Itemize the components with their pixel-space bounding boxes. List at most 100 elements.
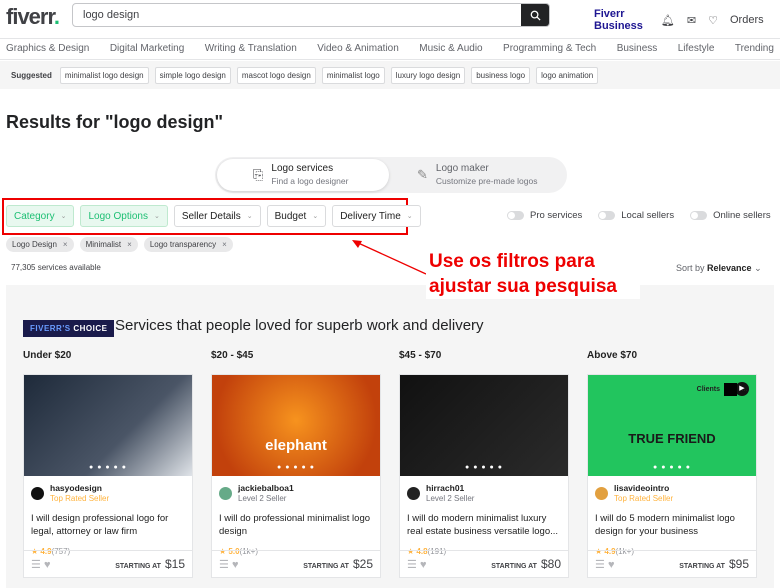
- annotation-text: Use os filtros para ajustar sua pesquisa: [426, 249, 640, 299]
- avatar[interactable]: [776, 11, 780, 29]
- suggested-chip[interactable]: business logo: [471, 66, 531, 84]
- list-icon[interactable]: ☰: [595, 559, 605, 571]
- seller-name[interactable]: lisavideointro: [614, 483, 673, 493]
- list-icon[interactable]: ☰: [407, 559, 417, 571]
- suggested-chip[interactable]: minimalist logo design: [59, 66, 149, 84]
- category-link[interactable]: Trending: [735, 43, 774, 59]
- suggested-bar: Suggested minimalist logo design simple …: [0, 61, 780, 89]
- seller-level: Top Rated Seller: [50, 494, 110, 503]
- heart-icon[interactable]: ♥: [232, 559, 239, 571]
- carousel-dots[interactable]: ● ● ● ● ●: [400, 464, 568, 471]
- chevron-down-icon: ⌄: [153, 213, 160, 220]
- carousel-dots[interactable]: ● ● ● ● ●: [212, 464, 380, 471]
- seller-name[interactable]: hasyodesign: [50, 483, 109, 493]
- category-link[interactable]: Business: [617, 43, 658, 59]
- gig-card[interactable]: ● ● ● ● ● hirrach01 Level 2 Seller I wil…: [399, 374, 569, 578]
- category-nav: Graphics & Design Digital Marketing Writ…: [0, 38, 780, 60]
- filter-delivery-time[interactable]: Delivery Time ⌄: [332, 205, 421, 227]
- gig-title[interactable]: I will do 5 modern minimalist logo desig…: [588, 503, 756, 543]
- gig-card[interactable]: TRUE FRIEND ▶ ● ● ● ● ● lisavideointro T…: [587, 374, 757, 578]
- search-icon: [530, 10, 541, 21]
- gig-image-text: elephant: [265, 437, 327, 454]
- designer-icon: ⎘: [253, 166, 264, 182]
- suggested-chip[interactable]: luxury logo design: [390, 66, 466, 84]
- category-link[interactable]: Digital Marketing: [110, 43, 184, 59]
- seller-avatar[interactable]: [31, 486, 44, 500]
- gig-price: STARTING AT $95: [679, 557, 749, 571]
- close-icon[interactable]: ×: [127, 240, 132, 249]
- list-icon[interactable]: ☰: [219, 559, 229, 571]
- mode-toggle: ⎘ Logo services Find a logo designer ✎ Lo…: [215, 157, 567, 193]
- list-icon[interactable]: ☰: [31, 559, 41, 571]
- seller-avatar[interactable]: [595, 486, 608, 500]
- mail-icon[interactable]: ✉︎: [687, 14, 696, 27]
- seller-level: Level 2 Seller: [426, 494, 475, 503]
- carousel-dots[interactable]: ● ● ● ● ●: [24, 464, 192, 471]
- suggested-chip[interactable]: minimalist logo: [321, 66, 385, 84]
- gig-card[interactable]: ● ● ● ● ● hasyodesign Top Rated Seller I…: [23, 374, 193, 578]
- search-input[interactable]: [73, 4, 521, 26]
- gig-image[interactable]: ● ● ● ● ●: [400, 375, 568, 476]
- carousel-dots[interactable]: ● ● ● ● ●: [588, 464, 756, 471]
- chevron-down-icon: ⌄: [406, 213, 413, 220]
- seller-name[interactable]: jackiebalboa1: [238, 483, 294, 493]
- heart-icon[interactable]: ♥: [44, 559, 51, 571]
- gig-price: STARTING AT $80: [491, 557, 561, 571]
- filter-budget[interactable]: Budget ⌄: [266, 205, 327, 227]
- gig-title[interactable]: I will do professional minimalist logo d…: [212, 503, 380, 543]
- active-filter-tag[interactable]: Minimalist ×: [79, 237, 138, 252]
- pro-services-toggle[interactable]: Pro services: [507, 210, 582, 221]
- services-count: 77,305 services available: [11, 263, 101, 272]
- gig-image-text: TRUE FRIEND: [628, 431, 716, 446]
- search-bar: [72, 3, 550, 27]
- local-sellers-toggle[interactable]: Local sellers: [598, 210, 674, 221]
- price-bracket: $45 - $70: [399, 350, 442, 361]
- sort-dropdown[interactable]: Sort by Relevance ⌄: [676, 263, 762, 274]
- seller-avatar[interactable]: [407, 486, 420, 500]
- suggested-chip[interactable]: logo animation: [536, 66, 599, 84]
- heart-icon[interactable]: ♥: [420, 559, 427, 571]
- heart-icon[interactable]: ♡: [708, 14, 718, 27]
- seller-name[interactable]: hirrach01: [426, 483, 474, 493]
- orders-link[interactable]: Orders: [730, 14, 764, 26]
- seller-level: Top Rated Seller: [614, 494, 674, 503]
- seller-level: Level 2 Seller: [238, 494, 287, 503]
- suggested-chip[interactable]: mascot logo design: [236, 66, 316, 84]
- gig-image[interactable]: elephant ● ● ● ● ●: [212, 375, 380, 476]
- gig-title[interactable]: I will design professional logo for lega…: [24, 503, 192, 543]
- bell-icon[interactable]: 🔔︎: [661, 14, 675, 27]
- search-button[interactable]: [521, 4, 549, 26]
- fiverr-logo[interactable]: fiverr.: [6, 4, 60, 30]
- gig-card[interactable]: elephant ● ● ● ● ● jackiebalboa1 Level 2…: [211, 374, 381, 578]
- filter-seller-details[interactable]: Seller Details ⌄: [173, 205, 261, 227]
- gig-title[interactable]: I will do modern minimalist luxury real …: [400, 503, 568, 543]
- filter-category[interactable]: Category ⌄: [6, 205, 75, 227]
- active-filter-tag[interactable]: Logo Design ×: [6, 237, 74, 252]
- category-link[interactable]: Writing & Translation: [205, 43, 297, 59]
- chevron-down-icon: ⌄: [246, 213, 253, 220]
- logo-services-option[interactable]: ⎘ Logo services Find a logo designer: [253, 163, 348, 186]
- price-bracket: Above $70: [587, 350, 638, 361]
- close-icon[interactable]: ×: [63, 240, 68, 249]
- filter-logo-options[interactable]: Logo Options ⌄: [80, 205, 168, 227]
- logo-maker-option[interactable]: ✎ Logo maker Customize pre-made logos: [417, 163, 537, 186]
- online-sellers-toggle[interactable]: Online sellers: [690, 210, 771, 221]
- category-link[interactable]: Graphics & Design: [6, 43, 89, 59]
- page-title: Results for "logo design": [6, 112, 224, 132]
- clients-badge: Clients…: [697, 383, 748, 396]
- heart-icon[interactable]: ♥: [608, 559, 615, 571]
- gig-image[interactable]: ● ● ● ● ●: [24, 375, 192, 476]
- category-link[interactable]: Music & Audio: [419, 43, 482, 59]
- magic-wand-icon: ✎: [417, 166, 428, 182]
- price-bracket: $20 - $45: [211, 350, 254, 361]
- category-link[interactable]: Programming & Tech: [503, 43, 596, 59]
- close-icon[interactable]: ×: [222, 240, 227, 249]
- seller-avatar[interactable]: [219, 486, 232, 500]
- category-link[interactable]: Lifestyle: [678, 43, 715, 59]
- category-link[interactable]: Video & Animation: [317, 43, 399, 59]
- fiverrs-choice-badge: FIVERR'S CHOICE: [23, 320, 115, 337]
- active-filter-tag[interactable]: Logo transparency ×: [143, 237, 233, 252]
- gig-price: STARTING AT $25: [303, 557, 373, 571]
- suggested-chip[interactable]: simple logo design: [154, 66, 231, 84]
- fiverr-business-link[interactable]: Fiverr Business: [594, 8, 649, 32]
